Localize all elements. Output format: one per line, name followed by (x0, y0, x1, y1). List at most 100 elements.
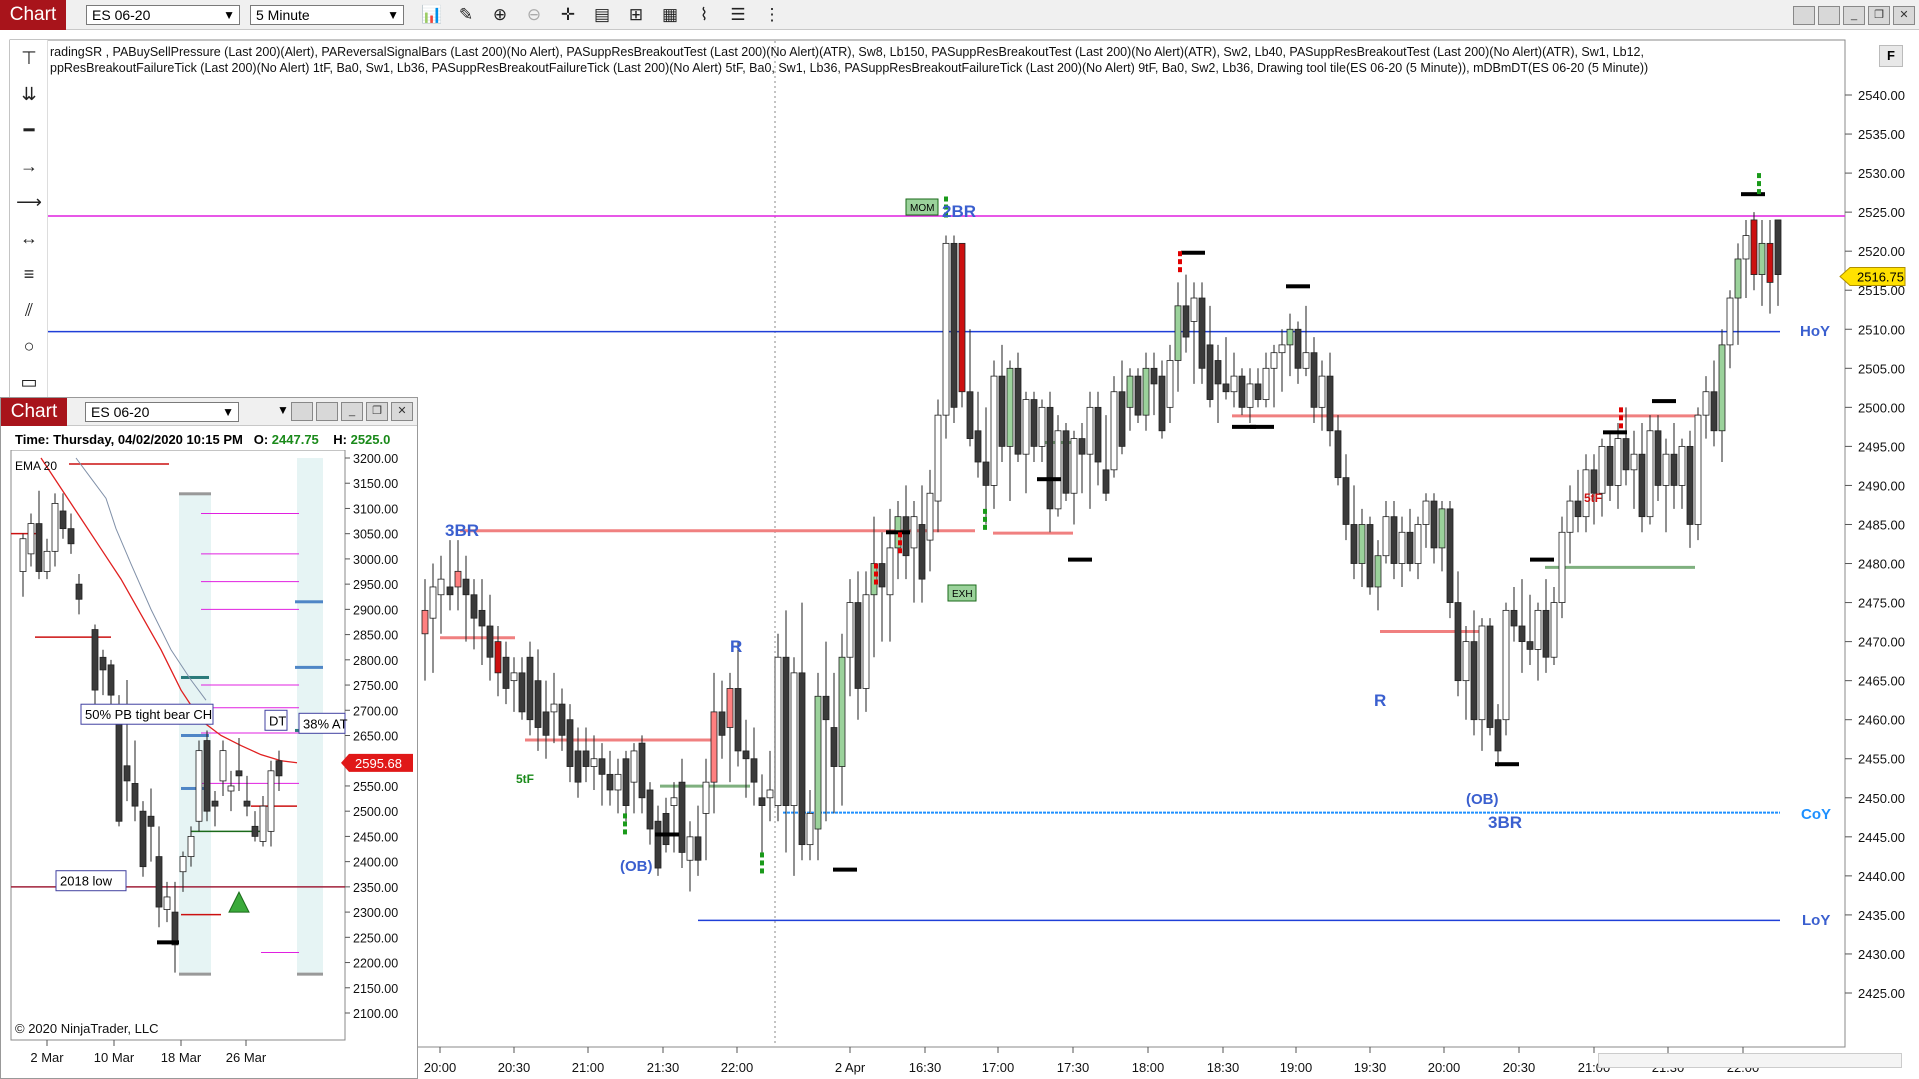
daily-candle-body (195, 750, 203, 822)
daily-candle-body (163, 896, 171, 910)
crosshair-icon[interactable]: ✛ (556, 4, 580, 26)
ellipse-icon[interactable]: ○ (10, 328, 48, 364)
close-icon[interactable]: ✕ (391, 402, 413, 421)
candle-body (878, 563, 886, 588)
sub-price-tick-label: 2150.00 (353, 982, 398, 996)
signal-tick (1619, 415, 1623, 421)
daily-candle-body (19, 538, 27, 572)
candle-body (1630, 453, 1638, 471)
bar-type-icon[interactable]: 📊 (420, 4, 444, 26)
restore-icon[interactable]: ❐ (366, 402, 388, 421)
line-icon[interactable]: ━ (10, 112, 48, 148)
analyzer-icon[interactable]: ⌇ (692, 4, 716, 26)
time-label: Time: (15, 432, 50, 447)
daily-candle-body (35, 523, 43, 572)
candle-body (542, 711, 550, 736)
strategies-icon[interactable]: ▦ (658, 4, 682, 26)
candle-body (454, 570, 462, 588)
candle-body (646, 789, 654, 830)
daily-price-chart[interactable]: 3200.00 3150.00 3100.00 3050.00 3000.00 2950.… (1, 450, 417, 1079)
pencil-icon[interactable]: ✎ (454, 4, 478, 26)
minimize-window-icon[interactable] (1793, 6, 1815, 25)
indicator-line-2: ppResBreakoutFailureTick (Last 200)(No A… (50, 61, 1649, 75)
sub-chart-tab[interactable]: Chart (1, 398, 67, 426)
daily-candle-body (107, 664, 115, 696)
minimize-icon[interactable]: _ (341, 402, 363, 421)
candle-body (429, 586, 437, 619)
signal-tick (898, 540, 902, 546)
tile-icon[interactable] (1818, 6, 1840, 25)
candle-body (766, 789, 774, 799)
price-axis: 2540.002535.002530.002525.002520.002515.… (1845, 88, 1905, 1001)
candle-body (1510, 609, 1518, 627)
label-r-right: R (1374, 691, 1386, 710)
tile-icon[interactable] (316, 402, 338, 421)
risk-reward-icon[interactable]: ⇊ (10, 76, 48, 112)
daily-swing-marker (157, 940, 179, 945)
candle-body (614, 773, 622, 791)
horizontal-lines-icon[interactable]: ≡ (10, 256, 48, 292)
price-tick-label: 2445.00 (1858, 830, 1905, 845)
candle-body (566, 719, 574, 767)
candle-body (1326, 375, 1334, 432)
sub-toolbar: Chart ES 06-20 ▼ ▼ _ ❐ ✕ (1, 398, 417, 426)
candle-body (1774, 219, 1782, 276)
note-2018-low: 2018 low (60, 874, 113, 889)
price-tick-label: 2435.00 (1858, 908, 1905, 923)
candle-body (1694, 414, 1702, 525)
minimize-icon[interactable]: _ (1843, 6, 1865, 25)
candle-body (1246, 383, 1254, 408)
price-tick-label: 2530.00 (1858, 166, 1905, 181)
parallel-lines-icon[interactable]: ⫽ (10, 292, 48, 328)
arrow-line-icon[interactable]: ↔ (10, 220, 48, 256)
candle-body (750, 758, 758, 783)
indicators-icon[interactable]: ⊞ (624, 4, 648, 26)
candle-body (1590, 469, 1598, 494)
signal-tick (944, 196, 948, 202)
price-tick-label: 2525.00 (1858, 205, 1905, 220)
sub-price-tick-label: 2850.00 (353, 629, 398, 643)
daily-chart-window: Chart ES 06-20 ▼ ▼ _ ❐ ✕ Time: Thursday,… (0, 397, 418, 1079)
candle-body (502, 656, 510, 689)
signal-tick (898, 532, 902, 538)
dropdown-icon[interactable]: ▼ (277, 403, 289, 417)
price-tick-label: 2430.00 (1858, 947, 1905, 962)
extended-line-icon[interactable]: ⟶ (10, 184, 48, 220)
ruler-icon[interactable]: ⊤ (10, 40, 48, 76)
time-tick-label: 17:00 (982, 1060, 1015, 1075)
candle-body (1374, 555, 1382, 588)
interval-select[interactable]: 5 Minute ▼ (250, 5, 404, 25)
candle-body (1638, 453, 1646, 518)
tile-icon[interactable] (291, 402, 313, 421)
candle-body (742, 750, 750, 760)
zoom-in-icon[interactable]: ⊕ (488, 4, 512, 26)
time-tick-label: 21:30 (647, 1060, 680, 1075)
daily-candle-body (59, 510, 67, 530)
candle-body (1054, 430, 1062, 510)
sub-instrument-select[interactable]: ES 06-20 ▼ (85, 402, 239, 422)
band-cap (297, 972, 323, 976)
price-tick-label: 2475.00 (1858, 596, 1905, 611)
restore-icon[interactable]: ❐ (1868, 6, 1890, 25)
candle-body (1046, 406, 1054, 510)
candle-body (1302, 352, 1310, 369)
instrument-select[interactable]: ES 06-20 ▼ (86, 5, 240, 25)
data-box-icon[interactable]: ⋮ (760, 4, 784, 26)
properties-icon[interactable]: ▤ (590, 4, 614, 26)
chevron-down-icon: ▼ (387, 8, 399, 22)
chart-tab[interactable]: Chart (0, 0, 66, 30)
zoom-out-icon[interactable]: ⊖ (522, 4, 546, 26)
candle-body (1550, 602, 1558, 658)
ray-icon[interactable]: → (10, 148, 48, 184)
price-tick-label: 2510.00 (1858, 322, 1905, 337)
list-icon[interactable]: ☰ (726, 4, 750, 26)
daily-candle-body (219, 750, 227, 782)
close-icon[interactable]: ✕ (1893, 6, 1915, 25)
horizontal-scrollbar[interactable] (1598, 1053, 1902, 1068)
drawing-toolbar: ⊤ ⇊ ━ → ⟶ ↔ ≡ ⫽ ○ ▭ (10, 40, 48, 400)
f-button[interactable]: F (1879, 45, 1903, 67)
candle-body (1350, 524, 1358, 564)
candle-body (1662, 453, 1670, 486)
rectangle-icon[interactable]: ▭ (10, 364, 48, 400)
candle-body (1014, 367, 1022, 455)
